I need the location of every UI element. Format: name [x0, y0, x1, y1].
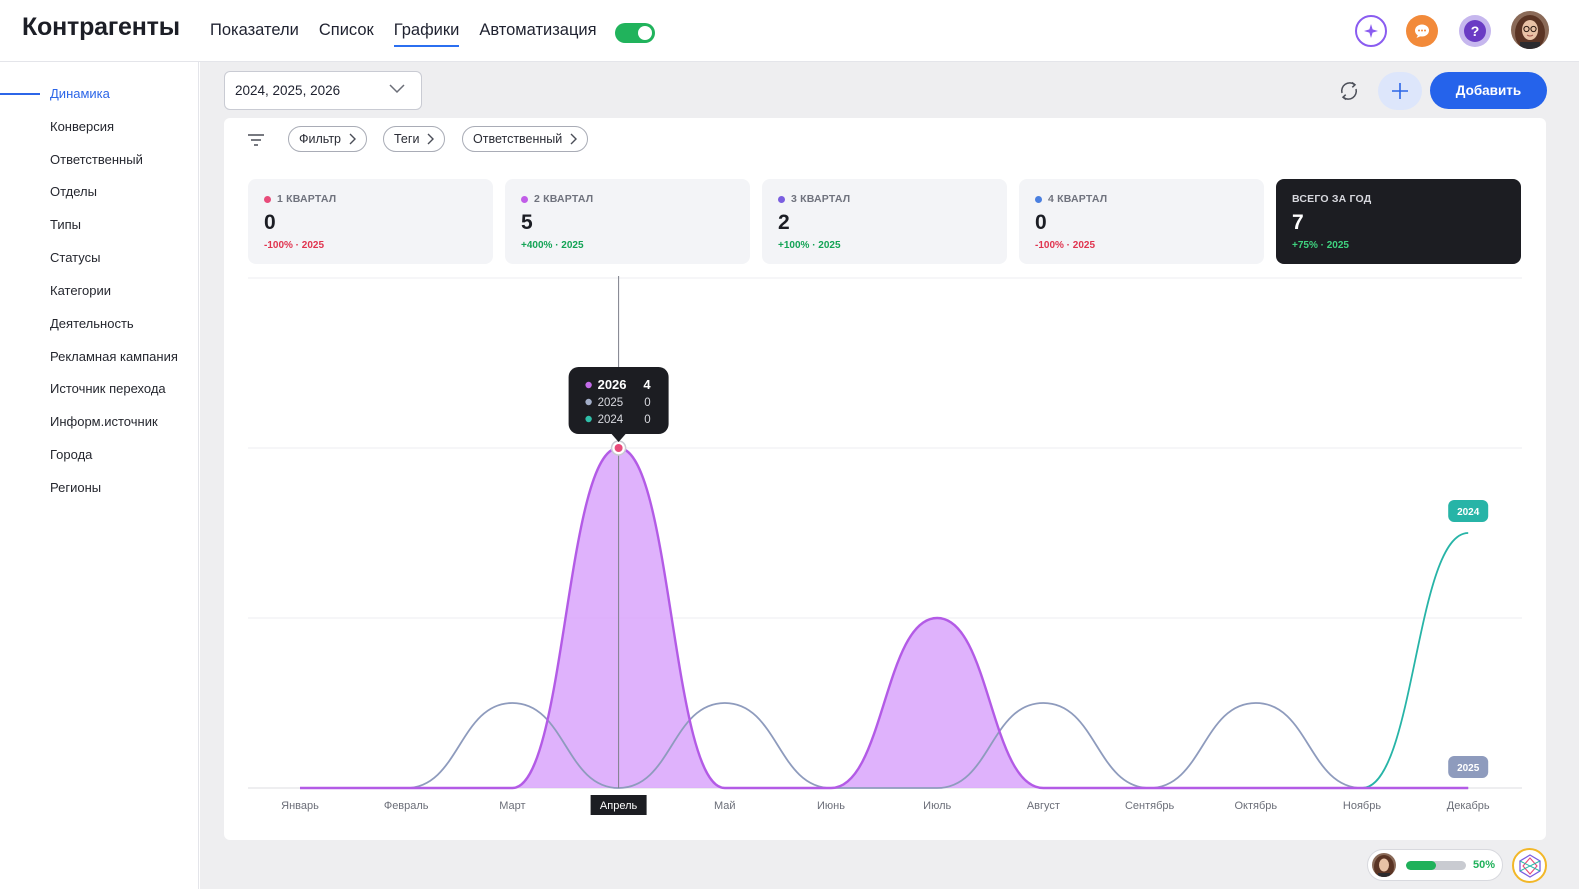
x-tick-label: Июль: [923, 800, 951, 812]
active-indicator: [0, 93, 40, 95]
year-select-value: 2024, 2025, 2026: [235, 83, 341, 98]
plus-icon: [1392, 83, 1408, 99]
help-glyph: ?: [1464, 20, 1486, 42]
tooltip-year: 2026: [598, 377, 627, 392]
refresh-icon: [1340, 81, 1358, 101]
tooltip-value: 0: [644, 414, 650, 426]
main-content: 2024, 2025, 2026 Добавить Фильтр Теги От…: [200, 62, 1579, 889]
series-end-label: 2024: [1457, 507, 1480, 518]
sidebar-item-dynamics[interactable]: Динамика: [50, 86, 110, 101]
app-header: Контрагенты Показатели Список Графики Ав…: [0, 0, 1579, 62]
chevron-down-icon: [389, 84, 405, 94]
x-tick-label: Ноябрь: [1343, 800, 1381, 812]
tooltip-dot: [585, 415, 592, 423]
sidebar-item-ad-campaign[interactable]: Рекламная кампания: [50, 349, 178, 364]
progress-bar: [1406, 860, 1466, 870]
sidebar-item-conversion[interactable]: Конверсия: [50, 119, 114, 134]
tooltip-year: 2024: [598, 414, 624, 426]
app-title: Контрагенты: [22, 13, 180, 41]
tab-indicators[interactable]: Показатели: [210, 21, 299, 47]
sidebar-item-departments[interactable]: Отделы: [50, 184, 97, 199]
sidebar-item-activity[interactable]: Деятельность: [50, 316, 134, 331]
tooltip-dot: [585, 381, 592, 389]
sidebar-item-cities[interactable]: Города: [50, 447, 92, 462]
series-end-label: 2025: [1457, 763, 1480, 774]
user-avatar[interactable]: [1511, 11, 1549, 49]
tab-charts[interactable]: Графики: [393, 21, 460, 47]
mini-avatar: [1372, 853, 1396, 877]
app-logo-icon[interactable]: [1512, 848, 1547, 883]
progress-widget[interactable]: 50%: [1367, 849, 1503, 881]
add-button[interactable]: Добавить: [1430, 72, 1547, 109]
x-tick-label: Июнь: [817, 800, 845, 812]
tab-list[interactable]: Список: [319, 21, 374, 47]
series-2024-line: [1361, 532, 1469, 789]
tooltip-pointer: [611, 434, 626, 442]
sidebar-item-responsible[interactable]: Ответственный: [50, 152, 143, 167]
progress-fill: [1406, 860, 1436, 870]
sidebar-item-types[interactable]: Типы: [50, 217, 81, 232]
main-nav: Показатели Список Графики Автоматизация: [210, 21, 597, 47]
quick-add-button[interactable]: [1378, 72, 1422, 110]
x-tick-label: Октябрь: [1234, 800, 1277, 812]
ai-sparkle-icon[interactable]: [1355, 15, 1387, 47]
refresh-button[interactable]: [1334, 76, 1364, 106]
toggle-knob: [638, 26, 652, 40]
hover-point: [614, 444, 623, 452]
x-tick-label: Август: [1027, 800, 1060, 812]
x-tick-label: Май: [714, 800, 736, 812]
chat-icon[interactable]: [1406, 15, 1438, 47]
x-tick-label: Февраль: [384, 800, 429, 812]
sidebar-item-traffic-source[interactable]: Источник перехода: [50, 381, 166, 396]
tooltip-dot: [585, 398, 592, 406]
x-tick-label: Апрель: [600, 800, 638, 812]
tooltip-value: 4: [643, 377, 651, 392]
tooltip-value: 0: [644, 397, 650, 409]
sidebar-item-regions[interactable]: Регионы: [50, 480, 101, 495]
x-tick-label: Январь: [281, 800, 319, 812]
tooltip-year: 2025: [598, 397, 624, 409]
chart-card: Фильтр Теги Ответственный 1 КВАРТАЛ 0 -1…: [224, 118, 1546, 840]
x-tick-label: Март: [499, 800, 525, 812]
progress-label: 50%: [1473, 859, 1496, 871]
sidebar: Динамика Конверсия Ответственный Отделы …: [0, 62, 199, 889]
sidebar-item-info-source[interactable]: Информ.источник: [50, 414, 158, 429]
sidebar-item-categories[interactable]: Категории: [50, 283, 111, 298]
year-select[interactable]: 2024, 2025, 2026: [224, 71, 422, 110]
help-icon[interactable]: ?: [1459, 15, 1491, 47]
x-tick-label: Декабрь: [1447, 800, 1490, 812]
sidebar-item-statuses[interactable]: Статусы: [50, 250, 100, 265]
x-tick-label: Сентябрь: [1125, 800, 1175, 812]
automation-toggle[interactable]: [615, 23, 655, 43]
dynamics-chart: Январь Февраль Март Апрель Май Июнь Июль Август…: [248, 276, 1522, 815]
tab-automation[interactable]: Автоматизация: [479, 21, 596, 47]
